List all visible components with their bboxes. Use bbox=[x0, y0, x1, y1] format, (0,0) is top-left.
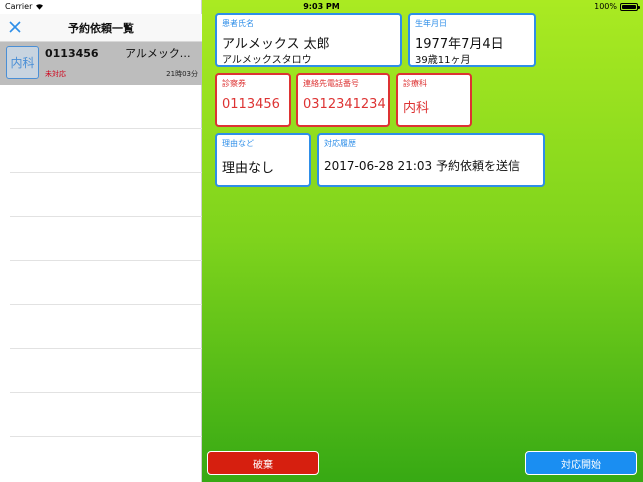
department-label: 診療科 bbox=[403, 79, 427, 88]
exam-ticket-card: 診察券 0113456 bbox=[215, 73, 291, 127]
list-item-name: アルメックス太郎 bbox=[125, 47, 200, 60]
divider bbox=[10, 172, 202, 173]
battery-info: 100% bbox=[594, 2, 640, 11]
exam-ticket-value: 0113456 bbox=[222, 97, 280, 112]
request-list-panel: 予約依頼一覧 内科 0113456 アルメックス太郎 未対応 21時03分 bbox=[0, 0, 202, 482]
request-detail-panel: 患者氏名 アルメックス 太郎 アルメックスタロウ 生年月日 1977年7月4日 … bbox=[202, 0, 643, 482]
list-item[interactable]: 内科 0113456 アルメックス太郎 未対応 21時03分 bbox=[0, 42, 202, 85]
reason-value: 理由なし bbox=[222, 161, 275, 176]
reason-card: 理由など 理由なし bbox=[215, 133, 311, 187]
divider bbox=[10, 128, 202, 129]
history-label: 対応履歴 bbox=[324, 139, 356, 148]
history-card: 対応履歴 2017-06-28 21:03 予約依頼を送信 bbox=[317, 133, 545, 187]
birthdate-label: 生年月日 bbox=[415, 19, 447, 28]
start-handling-button[interactable]: 対応開始 bbox=[525, 451, 637, 475]
history-value: 2017-06-28 21:03 予約依頼を送信 bbox=[324, 159, 520, 173]
department-icon: 内科 bbox=[6, 46, 39, 79]
exam-ticket-label: 診察券 bbox=[222, 79, 246, 88]
clock: 9:03 PM bbox=[303, 2, 340, 11]
list-item-elapsed: 21時03分 bbox=[166, 70, 198, 78]
divider bbox=[10, 348, 202, 349]
birthdate-card: 生年月日 1977年7月4日 39歳11ヶ月 bbox=[408, 13, 536, 67]
discard-button[interactable]: 破棄 bbox=[207, 451, 319, 475]
sidebar-title: 予約依頼一覧 bbox=[68, 22, 134, 35]
birthdate-value: 1977年7月4日 bbox=[415, 37, 504, 52]
list-item-id: 0113456 bbox=[45, 47, 99, 60]
sidebar-nav-bar: 予約依頼一覧 bbox=[0, 14, 202, 42]
patient-name-label: 患者氏名 bbox=[222, 19, 254, 28]
divider bbox=[10, 392, 202, 393]
divider bbox=[10, 304, 202, 305]
battery-percent: 100% bbox=[594, 2, 617, 11]
age-value: 39歳11ヶ月 bbox=[415, 55, 471, 66]
divider bbox=[10, 436, 202, 437]
phone-label: 連絡先電話番号 bbox=[303, 79, 359, 88]
department-value: 内科 bbox=[403, 101, 430, 116]
list-item-status: 未対応 bbox=[45, 70, 66, 78]
status-bar: Carrier 9:03 PM 100% bbox=[0, 0, 643, 14]
divider bbox=[10, 260, 202, 261]
department-card: 診療科 内科 bbox=[396, 73, 472, 127]
reason-label: 理由など bbox=[222, 139, 254, 148]
phone-value: 0312341234 bbox=[303, 97, 386, 112]
patient-name-kana: アルメックスタロウ bbox=[222, 55, 312, 66]
phone-card: 連絡先電話番号 0312341234 bbox=[296, 73, 390, 127]
patient-name-card: 患者氏名 アルメックス 太郎 アルメックスタロウ bbox=[215, 13, 402, 67]
divider bbox=[10, 216, 202, 217]
battery-icon bbox=[620, 2, 640, 11]
patient-name-value: アルメックス 太郎 bbox=[222, 37, 330, 52]
